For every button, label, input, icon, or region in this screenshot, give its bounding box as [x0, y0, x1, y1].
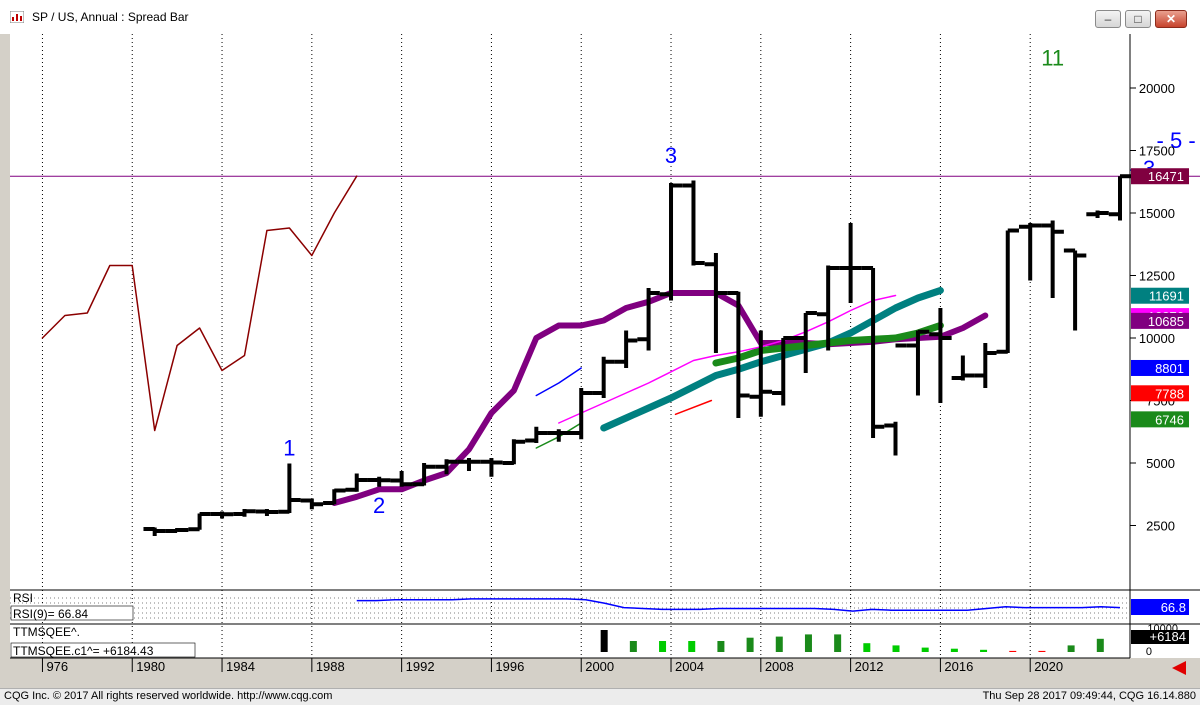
- wave-label: 11: [1041, 46, 1064, 71]
- ttm-histogram-bar: [863, 643, 871, 652]
- x-tick-label: 1980: [136, 659, 165, 674]
- rsi-tag-label: 66.8: [1161, 600, 1186, 615]
- x-tick-label: 1992: [406, 659, 435, 674]
- x-tick-label: 2004: [675, 659, 704, 674]
- x-tick-label: 976: [46, 659, 68, 674]
- y-tick-label: 12500: [1139, 269, 1175, 284]
- y-tick-label: 10000: [1139, 331, 1175, 346]
- ttm-histogram-bar: [659, 641, 667, 652]
- maximize-button[interactable]: □: [1125, 10, 1151, 28]
- x-tick-label: 1996: [495, 659, 524, 674]
- ttm-histogram-bar: [746, 637, 754, 652]
- price-tag-label: 7788: [1155, 386, 1184, 401]
- ttm-histogram-bar: [717, 641, 725, 652]
- status-datetime: Thu Sep 28 2017 09:49:44, CQG 16.14.880: [982, 690, 1196, 702]
- price-tag-label: 8801: [1155, 361, 1184, 376]
- title-bar: SP / US, Annual : Spread Bar – □ ✕: [0, 0, 1200, 35]
- x-tick-label: 2020: [1034, 659, 1063, 674]
- ttm-histogram-bar: [688, 641, 696, 652]
- ttm-histogram-bar: [1096, 638, 1104, 652]
- wave-label: 1: [283, 436, 295, 461]
- ttm-scale-zero: 0: [1146, 646, 1152, 658]
- window-title: SP / US, Annual : Spread Bar: [32, 10, 189, 24]
- x-tick-label: 2012: [855, 659, 884, 674]
- price-tag-label: 11691: [1149, 289, 1184, 304]
- ttm-histogram-bar: [1009, 650, 1017, 652]
- y-tick-label: 15000: [1139, 206, 1175, 221]
- x-tick-label: 2016: [944, 659, 973, 674]
- y-tick-label: 20000: [1139, 81, 1175, 96]
- close-button[interactable]: ✕: [1155, 10, 1187, 28]
- ttm-histogram-bar: [892, 645, 900, 652]
- ttm-histogram-bar: [980, 649, 988, 652]
- y-tick-label: 5000: [1146, 456, 1175, 471]
- x-tick-label: 2008: [765, 659, 794, 674]
- rsi-title: RSI: [13, 591, 33, 605]
- cqg-chart-icon: [10, 11, 24, 23]
- rsi-value-label: RSI(9)= 66.84: [13, 607, 88, 621]
- x-tick-label: 1988: [316, 659, 345, 674]
- status-bar: CQG Inc. © 2017 All rights reserved worl…: [0, 688, 1200, 705]
- x-tick-label: 1984: [226, 659, 255, 674]
- price-tag-label: 6746: [1155, 412, 1184, 427]
- ttm-histogram-bar: [1038, 650, 1046, 652]
- ttm-histogram-bar: [775, 636, 783, 652]
- ttm-value-label: TTMSQEE.c1^= +6184.43: [13, 644, 154, 658]
- ttm-tag-label: +6184: [1149, 629, 1186, 644]
- price-tag-label: 16471: [1148, 169, 1184, 184]
- ttm-histogram-bar: [834, 634, 842, 652]
- ttm-histogram-bar: [1067, 645, 1075, 652]
- y-tick-label: 2500: [1146, 519, 1175, 534]
- ttm-histogram-bar: [950, 648, 958, 652]
- ttm-histogram-bar: [921, 647, 929, 652]
- price-tag-label: 10685: [1148, 314, 1184, 329]
- y-tick-label: 17500: [1139, 144, 1175, 159]
- x-tick-label: 2000: [585, 659, 614, 674]
- chart-area[interactable]: 12311- 3 -- 5 - 200001750015000125001000…: [0, 34, 1200, 688]
- ttm-title: TTMSQEE^.: [13, 625, 80, 639]
- ttm-histogram-bar: [804, 634, 812, 652]
- minimize-button[interactable]: –: [1095, 10, 1121, 28]
- ttm-histogram-bar: [600, 630, 608, 652]
- ttm-histogram-bar: [629, 641, 637, 652]
- wave-label: 3: [665, 143, 677, 168]
- wave-label: 2: [373, 493, 385, 518]
- copyright-text: CQG Inc. © 2017 All rights reserved worl…: [4, 690, 333, 702]
